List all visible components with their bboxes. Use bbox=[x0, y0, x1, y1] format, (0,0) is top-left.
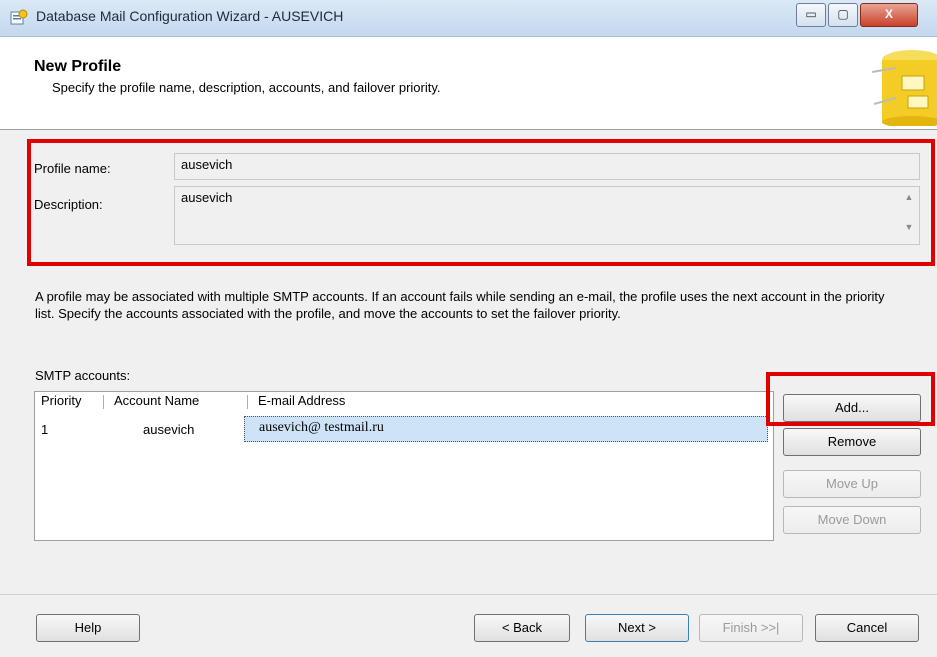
column-separator bbox=[103, 395, 104, 409]
page-title: New Profile bbox=[34, 58, 122, 75]
close-button[interactable]: X bbox=[860, 3, 918, 27]
highlight-frame-profile bbox=[27, 139, 935, 266]
window-title: Database Mail Configuration Wizard - AUS… bbox=[36, 8, 344, 24]
column-header-email[interactable]: E-mail Address bbox=[258, 393, 345, 408]
highlight-frame-add bbox=[766, 372, 935, 426]
app-icon bbox=[10, 9, 28, 25]
column-header-account-name[interactable]: Account Name bbox=[114, 393, 199, 408]
row-priority[interactable]: 1 bbox=[41, 422, 48, 437]
back-button[interactable]: < Back bbox=[474, 614, 570, 642]
page-subtitle: Specify the profile name, description, a… bbox=[52, 80, 441, 95]
database-mail-icon bbox=[871, 50, 937, 126]
column-separator bbox=[247, 395, 248, 409]
cancel-button[interactable]: Cancel bbox=[815, 614, 919, 642]
help-button[interactable]: Help bbox=[36, 614, 140, 642]
move-down-button[interactable]: Move Down bbox=[783, 506, 921, 534]
maximize-button[interactable]: ▢ bbox=[828, 3, 858, 27]
next-button[interactable]: Next > bbox=[585, 614, 689, 642]
remove-button[interactable]: Remove bbox=[783, 428, 921, 456]
footer-divider bbox=[0, 594, 937, 595]
row-account-name[interactable]: ausevich bbox=[143, 422, 194, 437]
finish-button[interactable]: Finish >>| bbox=[699, 614, 803, 642]
move-up-button[interactable]: Move Up bbox=[783, 470, 921, 498]
row-email[interactable]: ausevich@ testmail.ru bbox=[259, 420, 384, 436]
smtp-accounts-label: SMTP accounts: bbox=[35, 368, 131, 383]
info-text: A profile may be associated with multipl… bbox=[35, 289, 885, 321]
smtp-accounts-list[interactable] bbox=[34, 391, 774, 541]
minimize-button[interactable]: ▭ bbox=[796, 3, 826, 27]
column-header-priority[interactable]: Priority bbox=[41, 393, 81, 408]
